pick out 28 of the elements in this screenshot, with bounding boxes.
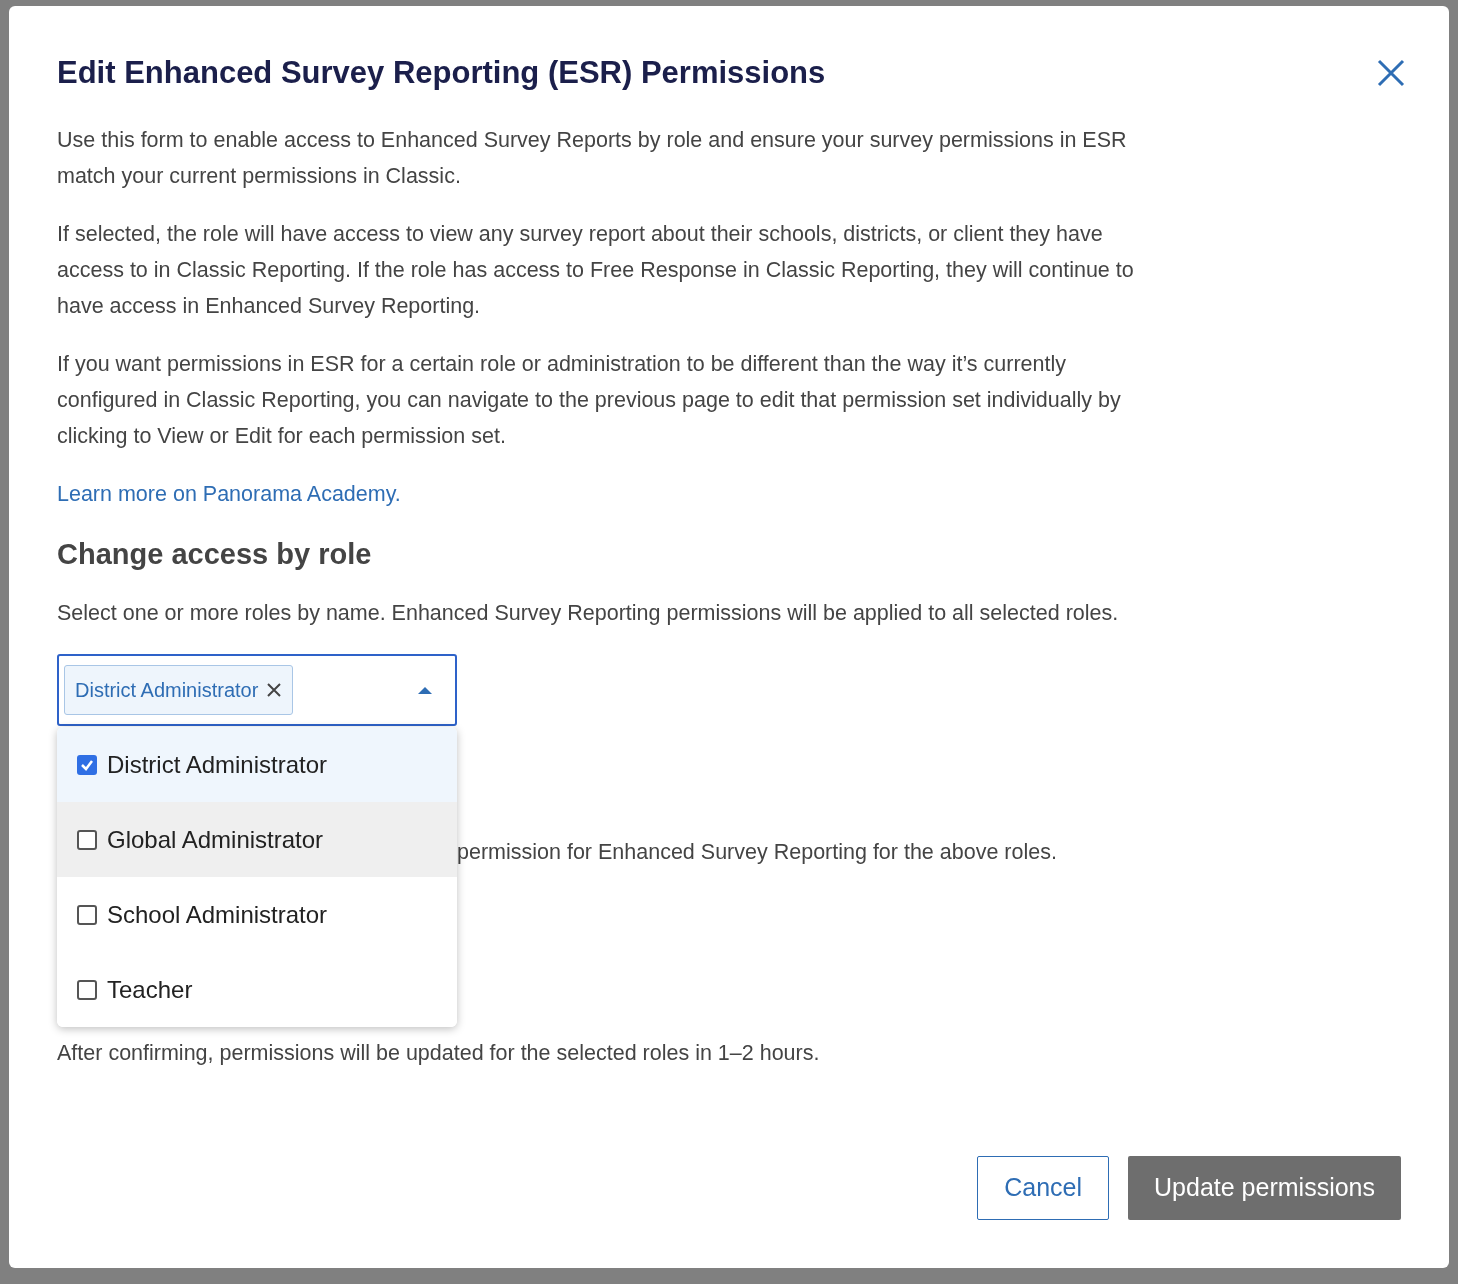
cancel-button[interactable]: Cancel	[977, 1156, 1110, 1220]
role-select[interactable]: District Administrator	[57, 654, 457, 726]
close-icon	[1377, 59, 1405, 87]
checkbox[interactable]	[77, 829, 97, 850]
confirmation-note: After confirming, permissions will be updated for the selected roles in 1–2 hours.	[57, 1040, 820, 1067]
role-option[interactable]: District Administrator	[57, 727, 457, 802]
section-text: Select one or more roles by name. Enhanced Survey Reporting permissions will be applied to all selected roles.	[57, 600, 1120, 627]
checkbox[interactable]	[77, 979, 97, 1000]
option-label: District Administrator	[107, 749, 328, 780]
option-label: Teacher	[107, 974, 193, 1005]
dialog-title: Edit Enhanced Survey Reporting (ESR) Permissions	[57, 55, 826, 91]
description-text: Use this form to enable access to Enhanced Survey Reports by role and ensure your survey permissions in ESR match your current permissions in Classic.	[57, 127, 1128, 190]
description-text: If selected, the role will have access to view any survey report about their schools, districts, or client they have access to in Classic Reporting. If the role has access to Free Response in Classic Reporting, they will continue to have access in Enhanced Survey Reporting.	[57, 221, 1135, 320]
section-heading: Change access by role	[57, 537, 373, 572]
option-label: School Administrator	[107, 899, 328, 930]
role-option[interactable]: School Administrator	[57, 877, 457, 952]
learn-more-link[interactable]: Learn more on Panorama Academy.	[57, 476, 401, 512]
update-button[interactable]: Update permissions	[1128, 1156, 1401, 1220]
checkbox[interactable]	[77, 754, 97, 775]
caret-icon[interactable]	[417, 685, 433, 695]
role-option[interactable]: Teacher	[57, 952, 457, 1027]
role-option[interactable]: Global Administrator	[57, 802, 457, 877]
description-text: If you want permissions in ESR for a certain role or administration to be different than the way it’s currently configured in Classic Reporting, you can navigate to the previous page to edit that permission set individually by clicking to View or Edit for each permission set.	[57, 351, 1122, 450]
chip-label: District Administrator	[75, 678, 259, 703]
description-text: permission for Enhanced Survey Reporting for the above roles.	[457, 839, 1057, 866]
option-label: Global Administrator	[107, 824, 324, 855]
remove-icon[interactable]	[266, 682, 283, 698]
checkbox[interactable]	[77, 904, 97, 925]
